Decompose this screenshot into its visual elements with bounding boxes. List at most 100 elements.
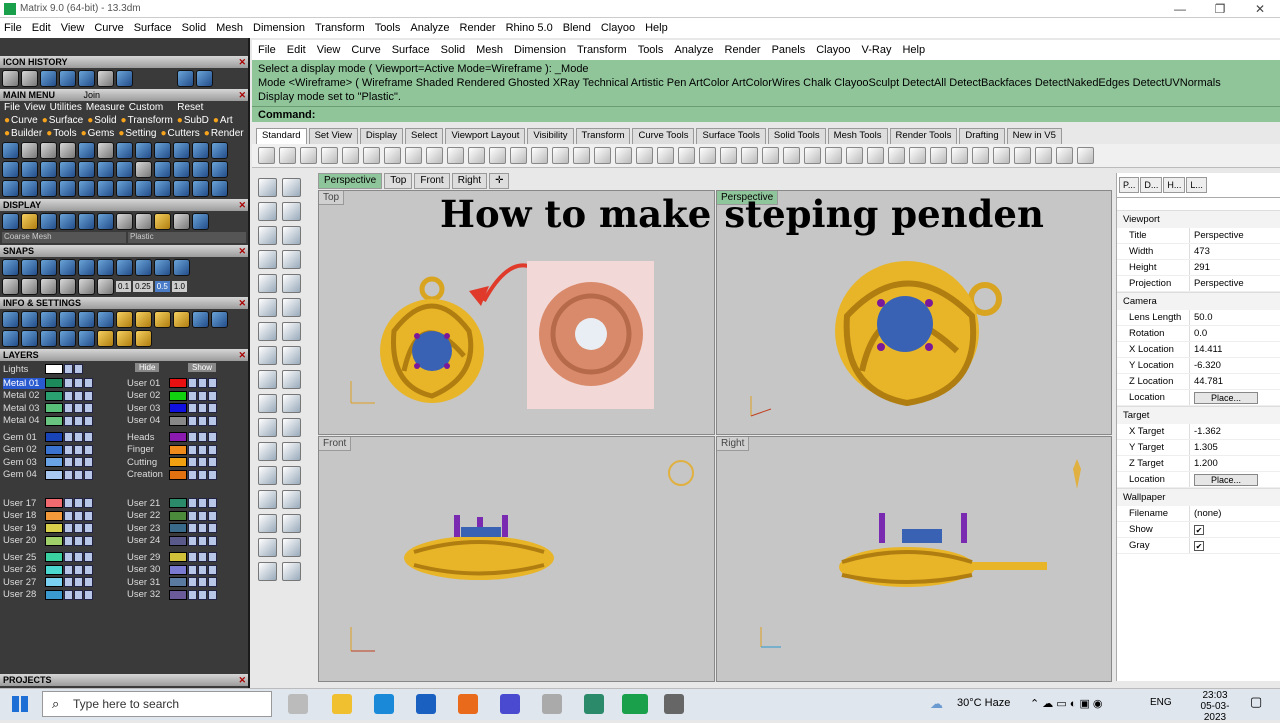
edge-icon[interactable] [374,694,394,714]
layer-row[interactable]: User 28 [0,589,122,602]
info-icon[interactable] [173,311,190,328]
close-button[interactable]: ✕ [1240,0,1280,18]
cut-icon[interactable] [363,147,380,164]
layer-lock-icon[interactable] [198,457,207,468]
layer-visibility-icon[interactable] [188,589,197,600]
layer-row[interactable]: User 20 [0,535,122,548]
layer-row[interactable]: User 29 [124,551,246,564]
tool-icon[interactable] [192,180,209,197]
layer-row[interactable]: User 21 [124,497,246,510]
info-icon[interactable] [97,330,114,347]
rotate-view-icon[interactable] [468,147,485,164]
circle-icon[interactable] [258,226,277,245]
layer-print-icon[interactable] [208,589,217,600]
extrude-icon[interactable] [282,298,301,317]
layer-color-swatch[interactable] [45,432,63,443]
layer-color-swatch[interactable] [45,510,63,521]
info-icon[interactable] [135,311,152,328]
arc-icon[interactable] [1077,147,1094,164]
layer-print-icon[interactable] [84,498,93,509]
layer-color-swatch[interactable] [45,444,63,455]
layer-lock-icon[interactable] [74,564,83,575]
layer-print-icon[interactable] [208,457,217,468]
tool-icon[interactable] [78,142,95,159]
mm-file[interactable]: File [4,102,20,113]
notification-icon[interactable]: ▢ [1250,694,1262,710]
material-icon[interactable] [173,213,190,230]
hide-icon[interactable] [699,147,716,164]
layer-row[interactable]: User 18 [0,510,122,523]
snap-tool-icon[interactable] [2,278,19,295]
gear-icon[interactable] [972,147,989,164]
layer-visibility-icon[interactable] [188,444,197,455]
layer-color-swatch[interactable] [169,510,187,521]
layer-print-icon[interactable] [84,403,93,414]
layer-print-icon[interactable] [208,378,217,389]
tool-icon[interactable] [154,161,171,178]
info-icon[interactable] [192,311,209,328]
layer-row[interactable]: User 24 [124,535,246,548]
layer-visibility-icon[interactable] [64,535,73,546]
layer-print-icon[interactable] [208,577,217,588]
render-tool-icon[interactable] [258,562,277,581]
tool-icon[interactable] [59,142,76,159]
menu-clayoo[interactable]: Clayoo [601,22,635,34]
gray-checkbox[interactable]: ✔ [1194,540,1204,551]
viewport-layout-icon[interactable] [594,147,611,164]
tool-icon[interactable] [211,161,228,178]
layer-color-swatch[interactable] [45,390,63,401]
tool-icon[interactable] [192,142,209,159]
history-icon[interactable] [78,70,95,87]
rmenu-transform[interactable]: Transform [577,44,627,56]
layer-visibility-icon[interactable] [64,378,73,389]
tab-visibility[interactable]: Visibility [527,128,574,144]
tools-icon[interactable] [993,147,1010,164]
layer-visibility-icon[interactable] [188,390,197,401]
lightning-icon[interactable] [282,370,301,389]
layer-lock-icon[interactable] [74,444,83,455]
prop-lens-value[interactable]: 50.0 [1189,310,1280,325]
layer-color-swatch[interactable] [169,469,187,480]
layer-color-swatch[interactable] [45,589,63,600]
layer-visibility-icon[interactable] [188,498,197,509]
lock-icon[interactable] [825,147,842,164]
layer-lock-icon[interactable] [74,432,83,443]
snap-icon[interactable] [135,259,152,276]
layer-row[interactable]: Metal 02 [0,390,122,403]
tool-icon[interactable] [21,180,38,197]
mm-surface[interactable]: Surface [49,115,83,126]
fillet-icon[interactable] [282,274,301,293]
undo-icon[interactable] [426,147,443,164]
info-icon[interactable] [116,330,133,347]
camera-place-button[interactable]: Place... [1194,391,1259,404]
light-bulb-icon[interactable] [783,147,800,164]
target-place-button[interactable]: Place... [1194,473,1259,486]
layer-lock-icon[interactable] [74,589,83,600]
layer-color-swatch[interactable] [45,552,63,563]
info-icon[interactable] [211,311,228,328]
layer-visibility-icon[interactable] [188,469,197,480]
app-icon[interactable] [664,694,684,714]
layer-row[interactable]: User 31 [124,576,246,589]
zoom-icon[interactable] [489,147,506,164]
color-wheel-icon[interactable] [867,147,884,164]
polygon-icon[interactable] [258,274,277,293]
layer-lock-icon[interactable] [74,469,83,480]
new-file-icon[interactable] [258,147,275,164]
rmenu-vray[interactable]: V-Ray [861,44,891,56]
tool-icon[interactable] [192,161,209,178]
layer-lock-icon[interactable] [74,390,83,401]
weather-text[interactable]: 30°C Haze [957,697,1010,709]
explode-icon[interactable] [258,394,277,413]
layer-print-icon[interactable] [84,552,93,563]
snap-tool-icon[interactable] [21,278,38,295]
mm-setting[interactable]: Setting [125,128,156,139]
layer-print-icon[interactable] [208,415,217,426]
vtab-right[interactable]: Right [451,173,488,189]
layer-print-icon[interactable] [84,432,93,443]
rmenu-clayoo[interactable]: Clayoo [816,44,850,56]
layer-print-icon[interactable] [208,552,217,563]
layer-color-swatch[interactable] [45,403,63,414]
zoom-window-icon[interactable] [510,147,527,164]
layer-visibility-icon[interactable] [64,577,73,588]
